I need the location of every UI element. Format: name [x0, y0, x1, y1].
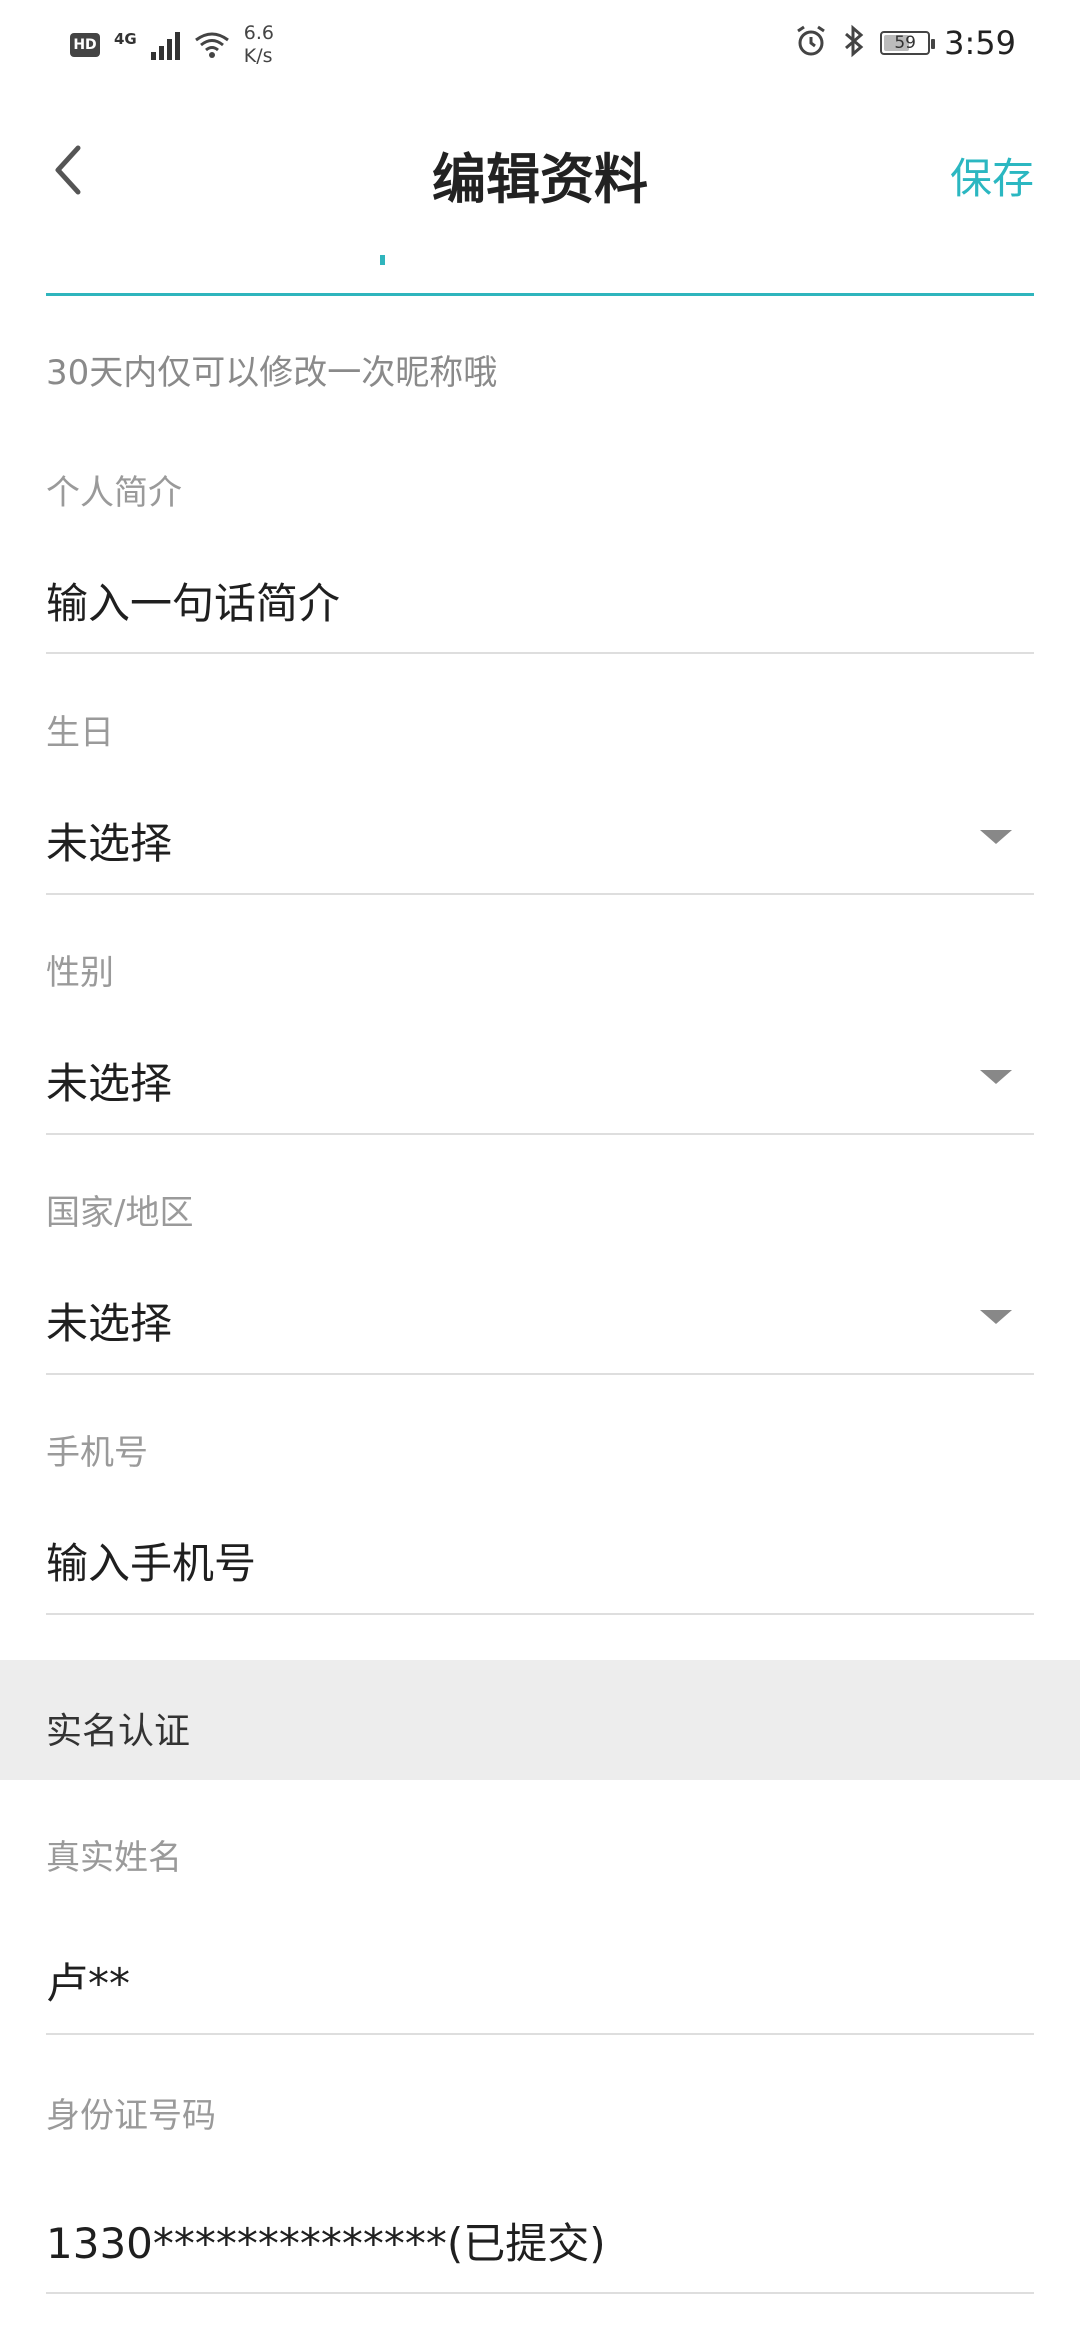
gender-dropdown-arrow-icon[interactable]: [980, 1070, 1012, 1084]
birthday-divider: [46, 893, 1034, 895]
real-name-divider: [46, 2033, 1034, 2035]
region-label: 国家/地区: [46, 1193, 194, 1233]
network-speed: 6.6 K/s: [244, 22, 274, 68]
alarm-icon: [794, 24, 828, 62]
status-bar: HD 4G 6.6 K/s 59 3:59: [0, 0, 1080, 95]
nickname-hint: 30天内仅可以修改一次昵称哦: [46, 353, 498, 393]
battery-icon: 59: [880, 31, 936, 55]
battery-level: 59: [894, 33, 916, 53]
nickname-input-underline[interactable]: [46, 293, 1034, 296]
network-type: 4G: [114, 30, 137, 48]
id-number-divider: [46, 2292, 1034, 2294]
verification-section-header: 实名认证: [0, 1660, 1080, 1780]
app-header: 编辑资料 保存: [0, 95, 1080, 245]
signal-icon: [150, 30, 180, 60]
phone-divider: [46, 1613, 1034, 1615]
id-number-label: 身份证号码: [46, 2096, 216, 2136]
status-time: 3:59: [944, 24, 1016, 62]
bio-input[interactable]: 输入一句话简介: [46, 570, 340, 631]
region-select[interactable]: 未选择: [46, 1290, 172, 1351]
wifi-icon: [194, 30, 230, 60]
birthday-dropdown-arrow-icon[interactable]: [980, 830, 1012, 844]
bio-label: 个人简介: [46, 473, 182, 513]
birthday-select[interactable]: 未选择: [46, 810, 172, 871]
page-title: 编辑资料: [432, 148, 648, 211]
nickname-text-cursor: [380, 255, 385, 265]
status-bar-right: 59 3:59: [794, 24, 1016, 62]
real-name-label: 真实姓名: [46, 1838, 182, 1878]
verification-section-title: 实名认证: [46, 1711, 191, 1752]
real-name-value: 卢**: [46, 1959, 131, 2008]
bio-divider: [46, 652, 1034, 654]
phone-label: 手机号: [46, 1433, 148, 1473]
birthday-label: 生日: [46, 713, 114, 753]
region-dropdown-arrow-icon[interactable]: [980, 1310, 1012, 1324]
speed-value: 6.6: [243, 22, 274, 44]
speed-unit: K/s: [243, 45, 273, 67]
bluetooth-icon: [842, 24, 866, 62]
save-button[interactable]: 保存: [950, 145, 1034, 206]
phone-input[interactable]: 输入手机号: [46, 1530, 256, 1591]
status-bar-left: HD 4G 6.6 K/s: [70, 22, 274, 68]
gender-divider: [46, 1133, 1034, 1135]
id-number-value: 1330**************(已提交): [46, 2219, 606, 2268]
hd-badge: HD: [70, 33, 100, 57]
gender-select[interactable]: 未选择: [46, 1050, 172, 1111]
gender-label: 性别: [46, 953, 114, 993]
region-divider: [46, 1373, 1034, 1375]
